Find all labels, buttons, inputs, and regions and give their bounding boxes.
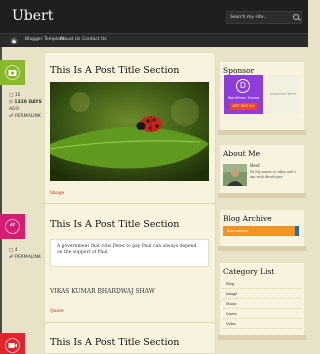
category-item-video[interactable]: Video: [223, 319, 301, 329]
widget-title: About Me: [223, 149, 261, 158]
quote-author: VIKAS KUMAR BHARDWAJ SHAW: [50, 288, 155, 295]
permalink[interactable]: ☍ PERMALINK: [9, 254, 41, 261]
post-meta: □ 15 ◷ 1328 DAYS AGO ☍ PERMALINK: [9, 92, 42, 120]
category-item-music[interactable]: Music: [223, 299, 301, 309]
camera-icon: [5, 65, 20, 80]
post-meta: □ 4 ☍ PERMALINK: [9, 247, 41, 261]
dropdown-arrow-icon[interactable]: [295, 226, 299, 236]
category-list: Blog Image Music Quote Video: [223, 279, 301, 329]
widget-title: Blog Archive: [223, 214, 272, 223]
widget-footer: [218, 193, 306, 198]
main-nav: Blogger Template About Us Contact Us: [0, 33, 308, 47]
post-title[interactable]: This Is A Post Title Section: [50, 337, 179, 348]
search-input[interactable]: Search my site...: [226, 11, 302, 24]
about-widget: About Me Best Hi My name is vikas and i …: [220, 145, 304, 193]
search-placeholder: Search my site...: [230, 15, 268, 20]
category-item-quote[interactable]: Quote: [223, 309, 301, 319]
blog-archive-widget: Blog Archive blog archive: [220, 210, 304, 246]
divi-label: WordPress Theme: [227, 96, 260, 100]
avatar: [223, 164, 247, 186]
post-age-suffix: AGO: [9, 107, 20, 112]
permalink[interactable]: ☍ PERMALINK: [9, 113, 42, 120]
post-age: ◷ 1328 DAYS: [9, 100, 42, 105]
widget-title: Category List: [223, 267, 275, 276]
advertise-here-slot[interactable]: Advertise Here: [266, 75, 300, 114]
post-title[interactable]: This Is A Post Title Section: [50, 65, 179, 76]
profile-photo: [223, 164, 247, 186]
site-title[interactable]: Ubert: [12, 8, 53, 24]
post-category-link[interactable]: Quote: [50, 309, 64, 314]
widget-footer: [218, 246, 306, 251]
about-description: Hi My name is vikas and i am web develop…: [250, 170, 296, 179]
post-category-link[interactable]: Image: [50, 191, 64, 196]
quote-text: A government that robs Peter to pay Paul…: [50, 239, 209, 267]
post-format-badge-video[interactable]: [0, 333, 25, 354]
comment-count[interactable]: □ 4: [9, 247, 41, 254]
search-icon[interactable]: [293, 14, 299, 20]
widget-footer: [218, 130, 306, 135]
widget-footer: [218, 335, 306, 340]
svg-text:“: “: [9, 221, 15, 234]
nav-item-blogger-template[interactable]: Blogger Template: [25, 37, 64, 42]
archive-dropdown[interactable]: blog archive: [223, 226, 299, 236]
archive-selected-value: blog archive: [227, 229, 249, 233]
category-item-blog[interactable]: Blog: [223, 279, 301, 289]
post-title[interactable]: This Is A Post Title Section: [50, 219, 179, 230]
sponsor-widget: Sponsor D WordPress Theme GET DIVI 2.5 A…: [220, 62, 304, 130]
quote-icon: “: [5, 219, 20, 234]
post-format-badge-image[interactable]: [0, 60, 25, 85]
post-format-badge-quote[interactable]: “: [0, 214, 25, 239]
ladybug-leaf-image: [50, 82, 209, 181]
category-item-image[interactable]: Image: [223, 289, 301, 299]
divi-logo: D: [236, 79, 250, 93]
post-divider: [44, 203, 216, 204]
comment-count[interactable]: □ 15: [9, 92, 42, 99]
video-icon: [5, 338, 20, 353]
home-icon[interactable]: [10, 37, 18, 45]
post-divider: [44, 322, 216, 323]
divi-cta-button[interactable]: GET DIVI 2.5: [230, 103, 257, 110]
post-image-ladybug[interactable]: [50, 82, 209, 181]
category-widget: Category List Blog Image Music Quote Vid…: [220, 263, 304, 335]
nav-item-about-us[interactable]: About Us: [60, 37, 80, 42]
left-accent-bar: [0, 47, 2, 354]
about-name[interactable]: Best: [250, 164, 260, 169]
site-header: Ubert Search my site...: [0, 0, 308, 33]
nav-item-contact-us[interactable]: Contact Us: [82, 37, 107, 42]
divi-sponsor-banner[interactable]: D WordPress Theme GET DIVI 2.5: [224, 75, 263, 114]
